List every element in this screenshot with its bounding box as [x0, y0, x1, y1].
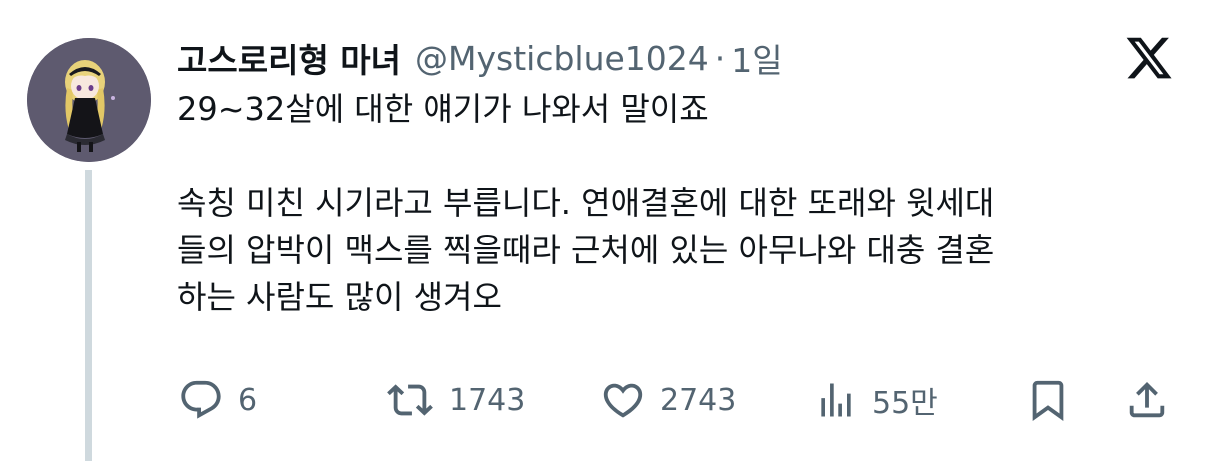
share-icon	[1129, 381, 1165, 418]
tweet-card: 고스로리형 마녀 @Mysticblue1024 · 1일 29~32살에 대한…	[0, 0, 1206, 461]
tweet-text-line: 29~32살에 대한 얘기가 나와서 말이죠	[177, 90, 709, 128]
views-chart-icon	[821, 383, 851, 417]
like-button[interactable]: 2743	[600, 370, 736, 430]
bookmark-button[interactable]	[1025, 370, 1071, 430]
bookmark-icon	[1032, 380, 1064, 421]
separator-dot: ·	[714, 38, 726, 78]
tweet-text-line: 들의 압박이 맥스를 찍을때라 근처에 있는 아무나와 대충 결혼	[177, 231, 995, 269]
display-name[interactable]: 고스로리형 마녀	[177, 34, 401, 82]
views-button[interactable]: 55만	[814, 370, 938, 430]
timestamp[interactable]: 1일	[731, 34, 782, 82]
x-logo-icon	[1124, 33, 1174, 83]
like-count: 2743	[660, 382, 737, 418]
tweet-text: 29~32살에 대한 얘기가 나와서 말이죠 속칭 미친 시기라고 부릅니다. …	[177, 86, 1177, 321]
reply-button[interactable]: 6	[178, 370, 257, 430]
action-bar: 6 1743 2743 55만	[0, 370, 1206, 430]
avatar-illustration	[27, 38, 151, 162]
views-count: 55만	[872, 386, 938, 421]
reply-icon	[181, 380, 221, 419]
tweet-text-line: 하는 사람도 많이 생겨오	[177, 278, 502, 316]
tweet-header: 고스로리형 마녀 @Mysticblue1024 · 1일	[177, 30, 783, 86]
tweet-text-line: 속칭 미친 시기라고 부릅니다. 연애결혼에 대한 또래와 윗세대	[177, 184, 995, 222]
retweet-icon	[387, 384, 433, 416]
reply-count: 6	[238, 382, 258, 418]
heart-icon	[603, 383, 643, 418]
user-handle[interactable]: @Mysticblue1024	[415, 39, 709, 78]
retweet-count: 1743	[449, 382, 526, 418]
share-button[interactable]	[1124, 370, 1170, 430]
retweet-button[interactable]: 1743	[385, 370, 525, 430]
avatar[interactable]	[27, 38, 151, 162]
